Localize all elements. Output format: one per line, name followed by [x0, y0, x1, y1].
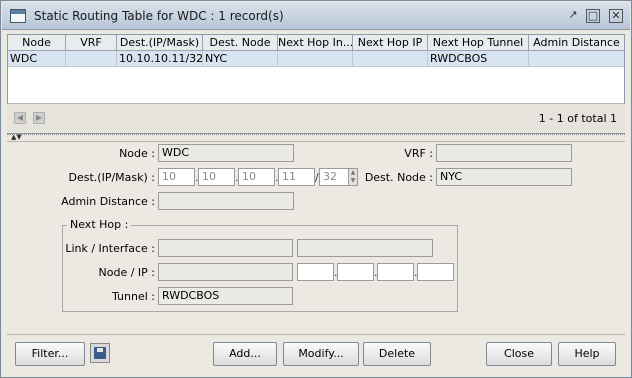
admin-distance-label: Admin Distance :: [61, 195, 155, 208]
help-button[interactable]: Help: [558, 342, 616, 366]
window-title: Static Routing Table for WDC : 1 record(…: [34, 9, 284, 23]
cell-vrf[interactable]: [66, 51, 117, 67]
pager-status: 1 - 1 of total 1: [538, 112, 617, 125]
collapse-arrows-icon[interactable]: ▲▼: [11, 133, 22, 141]
table-header: Node VRF Dest.(IP/Mask) Dest. Node Next …: [8, 35, 624, 51]
cell-next-hop-ip[interactable]: [353, 51, 428, 67]
add-button[interactable]: Add...: [213, 342, 277, 366]
column-header-vrf[interactable]: VRF: [66, 35, 117, 51]
next-page-icon[interactable]: ▶: [33, 112, 45, 124]
dest-octet-3[interactable]: 10: [238, 168, 275, 186]
dest-octet-1[interactable]: 10: [158, 168, 195, 186]
column-header-node[interactable]: Node: [8, 35, 66, 51]
pager-bar: ◀ ▶ 1 - 1 of total 1: [7, 103, 625, 133]
next-hop-node-field[interactable]: [158, 263, 293, 281]
dest-mask-field[interactable]: 32: [319, 168, 350, 186]
column-header-admin-distance[interactable]: Admin Distance: [529, 35, 624, 51]
maximize-icon[interactable]: □: [586, 9, 600, 23]
dest-octet-4[interactable]: 11: [278, 168, 315, 186]
ip-octet-4[interactable]: [417, 263, 454, 281]
link-interface-label: Link / Interface :: [65, 242, 155, 255]
column-header-dest[interactable]: Dest.(IP/Mask): [117, 35, 203, 51]
link-interface-field[interactable]: [158, 239, 293, 257]
undock-icon[interactable]: ↗: [566, 9, 580, 23]
split-pane-divider[interactable]: ▲▼: [7, 133, 625, 142]
column-header-next-hop-interface[interactable]: Next Hop In...: [278, 35, 353, 51]
column-header-next-hop-ip[interactable]: Next Hop IP: [353, 35, 428, 51]
link-interface-field-secondary[interactable]: [297, 239, 433, 257]
vrf-label: VRF :: [404, 147, 433, 160]
column-header-next-hop-tunnel[interactable]: Next Hop Tunnel: [428, 35, 529, 51]
close-button[interactable]: Close: [486, 342, 552, 366]
title-bar[interactable]: Static Routing Table for WDC : 1 record(…: [2, 2, 630, 30]
cell-next-hop-tunnel[interactable]: RWDCBOS: [428, 51, 529, 67]
ip-octet-1[interactable]: [297, 263, 334, 281]
modify-button[interactable]: Modify...: [283, 342, 359, 366]
ip-octet-2[interactable]: [337, 263, 374, 281]
cell-next-hop-interface[interactable]: [278, 51, 353, 67]
filter-button[interactable]: Filter...: [15, 342, 85, 366]
close-icon[interactable]: ✕: [609, 9, 623, 23]
prev-page-icon[interactable]: ◀: [14, 112, 26, 124]
next-hop-group-title: Next Hop :: [67, 218, 132, 231]
node-field[interactable]: WDC: [158, 144, 294, 162]
delete-button[interactable]: Delete: [363, 342, 431, 366]
tunnel-field[interactable]: RWDCBOS: [158, 287, 293, 305]
node-label: Node :: [119, 147, 155, 160]
dest-node-field[interactable]: NYC: [436, 168, 572, 186]
window-icon: [10, 9, 26, 23]
cell-admin-distance[interactable]: [529, 51, 624, 67]
dest-label: Dest.(IP/Mask) :: [68, 171, 155, 184]
mask-spinner-icon[interactable]: ▲ ▼: [348, 168, 358, 186]
static-routing-window: Static Routing Table for WDC : 1 record(…: [0, 0, 632, 378]
vrf-field[interactable]: [436, 144, 572, 162]
dest-octet-2[interactable]: 10: [198, 168, 235, 186]
admin-distance-field[interactable]: [158, 192, 294, 210]
column-header-dest-node[interactable]: Dest. Node: [203, 35, 278, 51]
ip-octet-3[interactable]: [377, 263, 414, 281]
cell-dest[interactable]: 10.10.10.11/32: [117, 51, 203, 67]
cell-node[interactable]: WDC: [8, 51, 66, 67]
tunnel-label: Tunnel :: [112, 290, 155, 303]
save-icon[interactable]: [90, 343, 110, 363]
table-row[interactable]: WDC 10.10.10.11/32 NYC RWDCBOS: [8, 51, 624, 67]
node-ip-label: Node / IP :: [98, 266, 156, 279]
dest-node-label: Dest. Node :: [364, 171, 433, 184]
cell-dest-node[interactable]: NYC: [203, 51, 278, 67]
